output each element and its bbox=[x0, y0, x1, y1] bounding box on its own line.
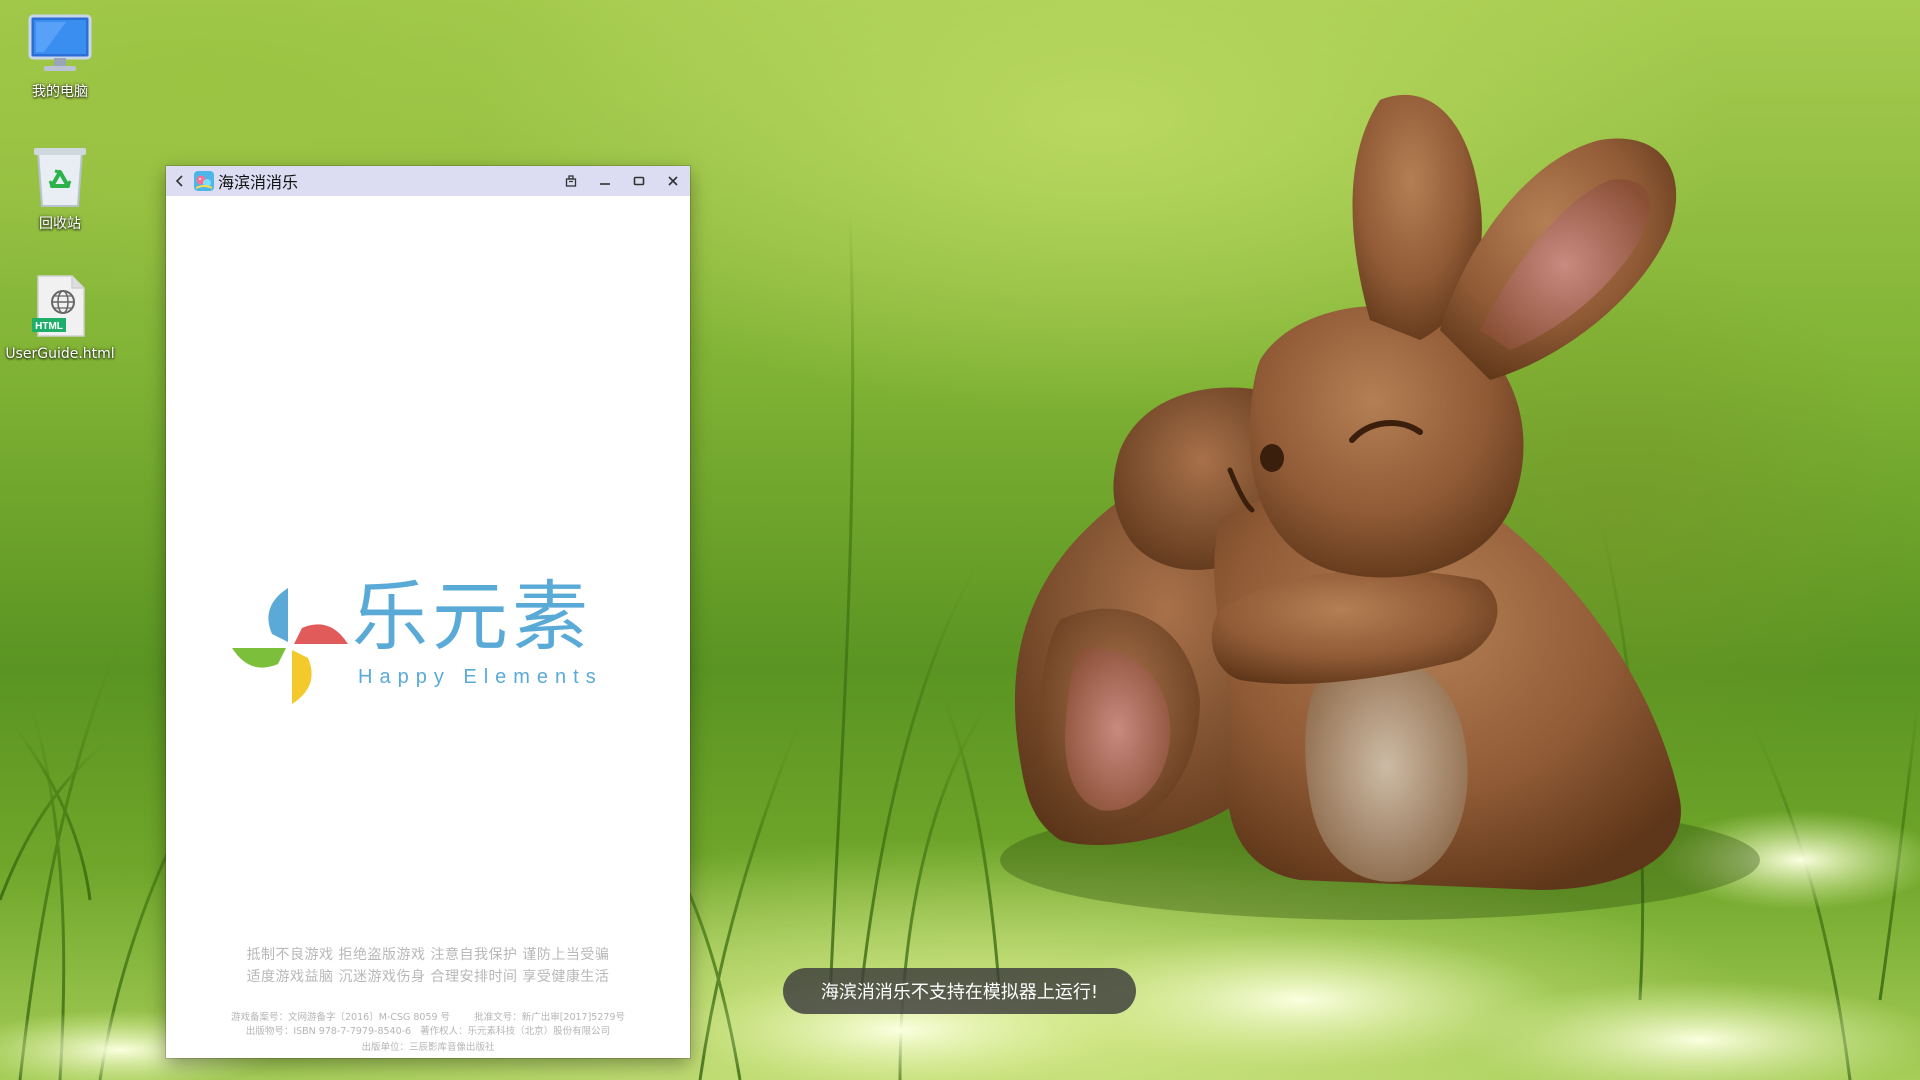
desktop: 我的电脑 回收站 HTML UserGuide.html 海滨消消乐 乐元素 H… bbox=[0, 0, 1920, 1080]
pin-window-icon[interactable] bbox=[554, 166, 588, 196]
recycle-bin-icon bbox=[24, 140, 96, 212]
desktop-icon-label: 我的电脑 bbox=[32, 84, 88, 100]
desktop-icon-my-computer[interactable]: 我的电脑 bbox=[5, 8, 115, 100]
toast-text: 海滨消消乐不支持在模拟器上运行! bbox=[820, 982, 1099, 1003]
minimize-icon[interactable] bbox=[588, 166, 622, 196]
fine-print-line: 出版物号：ISBN 978-7-7979-8540-6 著作权人：乐元素科技（北… bbox=[245, 1026, 611, 1037]
back-arrow-icon[interactable] bbox=[166, 166, 194, 196]
health-notice-line-1: 抵制不良游戏 拒绝盗版游戏 注意自我保护 谨防上当受骗 bbox=[246, 947, 610, 963]
brand-name-en: Happy Elements bbox=[358, 666, 603, 688]
window-title-bar[interactable]: 海滨消消乐 bbox=[166, 166, 690, 196]
html-badge: HTML bbox=[35, 321, 63, 332]
fine-print-line: 出版单位：三辰影库音像出版社 bbox=[361, 1042, 495, 1053]
html-file-icon: HTML bbox=[24, 270, 96, 342]
desktop-icon-label: UserGuide.html bbox=[5, 346, 115, 362]
fine-print-line: 游戏备案号：文网游备字〔2016〕M-CSG 8059 号 批准文号：新广出审[… bbox=[231, 1012, 625, 1023]
desktop-icon-recycle-bin[interactable]: 回收站 bbox=[5, 140, 115, 232]
splash-screen: 乐元素 Happy Elements 抵制不良游戏 拒绝盗版游戏 注意自我保护 … bbox=[166, 196, 690, 1058]
maximize-icon[interactable] bbox=[622, 166, 656, 196]
app-window: 海滨消消乐 乐元素 Happy Elements 抵制不良游戏 拒绝盗版游戏 注… bbox=[166, 166, 690, 1058]
desktop-icon-label: 回收站 bbox=[39, 216, 81, 232]
computer-icon bbox=[24, 8, 96, 80]
close-icon[interactable] bbox=[656, 166, 690, 196]
health-notice-line-2: 适度游戏益脑 沉迷游戏伤身 合理安排时间 享受健康生活 bbox=[246, 969, 610, 985]
desktop-icon-userguide[interactable]: HTML UserGuide.html bbox=[5, 270, 115, 362]
app-icon bbox=[194, 171, 214, 191]
window-title: 海滨消消乐 bbox=[218, 173, 299, 192]
brand-name-cn: 乐元素 bbox=[352, 572, 592, 661]
toast-message: 海滨消消乐不支持在模拟器上运行! bbox=[783, 968, 1136, 1014]
